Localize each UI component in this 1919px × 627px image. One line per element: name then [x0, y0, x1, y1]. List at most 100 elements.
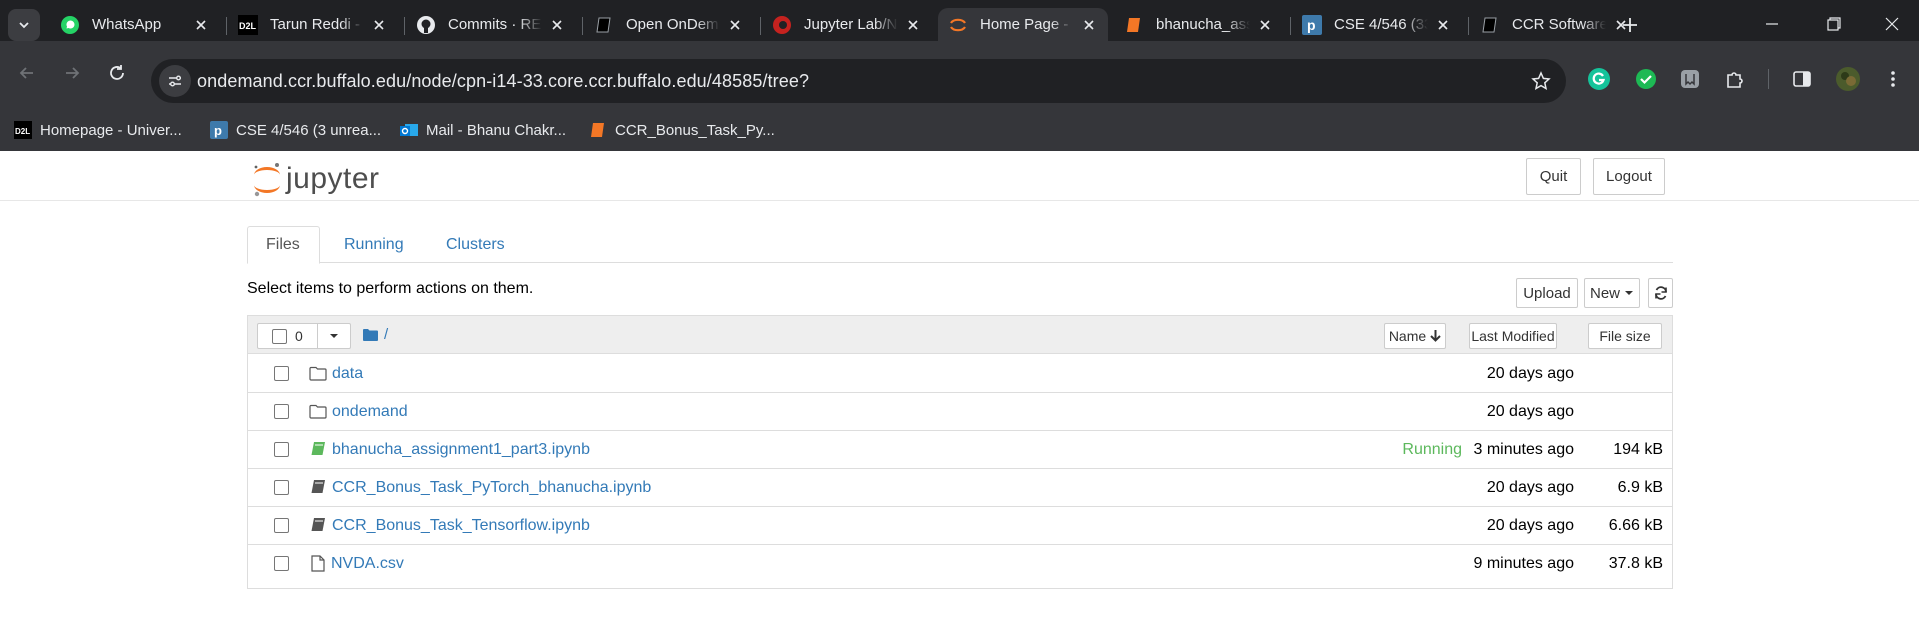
browser-tab-bhanucha[interactable]: bhanucha_ass	[1114, 8, 1284, 41]
forward-button[interactable]	[56, 57, 88, 89]
minimize-button[interactable]	[1758, 10, 1786, 38]
row-checkbox[interactable]	[274, 404, 289, 419]
d2l-icon: D2L	[238, 14, 258, 35]
file-name-link[interactable]: ondemand	[332, 403, 408, 421]
tab-files[interactable]: Files	[247, 226, 320, 264]
sort-by-name-button[interactable]: Name	[1384, 323, 1446, 349]
browser-tab-open-ondemand[interactable]: Open OnDem	[584, 8, 754, 41]
new-tab-button[interactable]	[1616, 11, 1644, 39]
tab-title: WhatsApp	[92, 16, 162, 33]
close-icon[interactable]	[370, 16, 388, 34]
reload-button[interactable]	[101, 57, 133, 89]
browser-tab-whatsapp[interactable]: WhatsApp	[50, 8, 220, 41]
bookmark-mail[interactable]: Mail - Bhanu Chakr...	[400, 118, 566, 142]
last-modified: 3 minutes ago	[1473, 441, 1574, 458]
caret-down-icon	[1625, 291, 1633, 295]
bookmark-ccr-bonus[interactable]: CCR_Bonus_Task_Py...	[589, 118, 775, 142]
close-icon[interactable]	[1256, 16, 1274, 34]
url-text: ondemand.ccr.buffalo.edu/node/cpn-i14-33…	[197, 71, 810, 91]
browser-tab-cse[interactable]: p CSE 4/546 (33	[1292, 8, 1462, 41]
ghostery-extension[interactable]	[1675, 64, 1705, 94]
new-dropdown-button[interactable]: New	[1584, 278, 1640, 308]
tab-title: Jupyter Lab/N	[804, 16, 898, 33]
file-size: 6.9 kB	[1617, 479, 1663, 496]
list-item[interactable]: data 20 days ago	[248, 355, 1672, 393]
last-modified: 20 days ago	[1486, 365, 1574, 382]
browser-tab-github[interactable]: Commits · RE	[406, 8, 576, 41]
close-icon[interactable]	[548, 16, 566, 34]
row-checkbox[interactable]	[274, 518, 289, 533]
bookmark-cse[interactable]: p CSE 4/546 (3 unrea...	[210, 118, 381, 142]
file-name-link[interactable]: CCR_Bonus_Task_PyTorch_bhanucha.ipynb	[332, 479, 651, 497]
tab-search-button[interactable]	[8, 9, 40, 41]
tab-title: Open OnDem	[626, 16, 719, 33]
browser-menu-button[interactable]	[1878, 64, 1908, 94]
svg-text:D2L: D2L	[15, 127, 30, 136]
toolbar-divider	[1768, 69, 1769, 89]
tab-title: Commits · RE	[448, 16, 542, 33]
list-item[interactable]: ondemand 20 days ago	[248, 393, 1672, 431]
select-all-group: 0	[257, 323, 351, 349]
breadcrumb-root[interactable]: /	[384, 326, 388, 343]
close-icon[interactable]	[192, 16, 210, 34]
address-bar[interactable]: ondemand.ccr.buffalo.edu/node/cpn-i14-33…	[151, 59, 1566, 103]
list-item[interactable]: CCR_Bonus_Task_Tensorflow.ipynb 20 days …	[248, 507, 1672, 545]
refresh-button[interactable]	[1648, 278, 1673, 308]
tab-title: CSE 4/546 (33	[1334, 16, 1428, 33]
side-panel-button[interactable]	[1787, 64, 1817, 94]
quit-button[interactable]: Quit	[1526, 158, 1581, 195]
sort-by-modified-button[interactable]: Last Modified	[1469, 323, 1557, 349]
close-icon[interactable]	[1434, 16, 1452, 34]
restore-icon	[1827, 17, 1841, 31]
red-circle-icon	[772, 15, 792, 35]
browser-tab-d2l[interactable]: D2L Tarun Reddi -	[228, 8, 398, 41]
running-indicator: Running	[1402, 441, 1462, 458]
file-name-link[interactable]: NVDA.csv	[331, 555, 404, 573]
row-checkbox[interactable]	[274, 366, 289, 381]
check-extension[interactable]	[1631, 64, 1661, 94]
folder-icon[interactable]	[363, 328, 378, 341]
svg-text:p: p	[1307, 17, 1316, 33]
select-menu-button[interactable]	[318, 324, 350, 348]
close-icon[interactable]	[1080, 16, 1098, 34]
file-name-link[interactable]: data	[332, 365, 363, 383]
grammarly-extension[interactable]	[1584, 64, 1614, 94]
browser-tab-home-page[interactable]: Home Page -	[938, 8, 1108, 41]
row-checkbox[interactable]	[274, 442, 289, 457]
piazza-icon: p	[1302, 14, 1322, 35]
list-item[interactable]: NVDA.csv 9 minutes ago 37.8 kB	[248, 545, 1672, 583]
notebook-icon	[308, 477, 328, 497]
row-checkbox[interactable]	[274, 480, 289, 495]
site-info-button[interactable]	[159, 65, 191, 97]
bookmark-d2l[interactable]: D2L Homepage - Univer...	[14, 118, 182, 142]
browser-tab-jupyter-lab[interactable]: Jupyter Lab/N	[762, 8, 932, 41]
tab-divider	[760, 17, 761, 35]
bookmark-star-button[interactable]	[1530, 70, 1552, 92]
file-name-link[interactable]: bhanucha_assignment1_part3.ipynb	[332, 441, 590, 459]
logout-button[interactable]: Logout	[1593, 158, 1665, 195]
list-item[interactable]: bhanucha_assignment1_part3.ipynb Running…	[248, 431, 1672, 469]
selected-count: 0	[295, 328, 303, 344]
extensions-button[interactable]	[1720, 64, 1750, 94]
bookmark-label: CSE 4/546 (3 unrea...	[236, 121, 382, 139]
window-close-button[interactable]	[1878, 10, 1906, 38]
file-name-link[interactable]: CCR_Bonus_Task_Tensorflow.ipynb	[332, 517, 590, 535]
profile-avatar[interactable]	[1833, 64, 1863, 94]
tab-divider	[1468, 17, 1469, 35]
tab-running[interactable]: Running	[326, 226, 422, 264]
row-checkbox[interactable]	[274, 556, 289, 571]
svg-text:D2L: D2L	[239, 21, 257, 31]
grammarly-icon	[1588, 68, 1610, 90]
book-icon	[594, 15, 614, 35]
list-item[interactable]: CCR_Bonus_Task_PyTorch_bhanucha.ipynb 20…	[248, 469, 1672, 507]
browser-tab-ccr-software[interactable]: CCR Software	[1470, 8, 1640, 41]
upload-button[interactable]: Upload	[1516, 278, 1578, 308]
select-all-checkbox[interactable]	[272, 328, 287, 344]
jupyter-logo[interactable]: jupyter	[252, 159, 380, 199]
restore-button[interactable]	[1820, 10, 1848, 38]
back-button[interactable]	[11, 57, 43, 89]
close-icon[interactable]	[904, 16, 922, 34]
sort-by-size-button[interactable]: File size	[1588, 323, 1662, 349]
tab-clusters[interactable]: Clusters	[428, 226, 523, 264]
close-icon[interactable]	[726, 16, 744, 34]
